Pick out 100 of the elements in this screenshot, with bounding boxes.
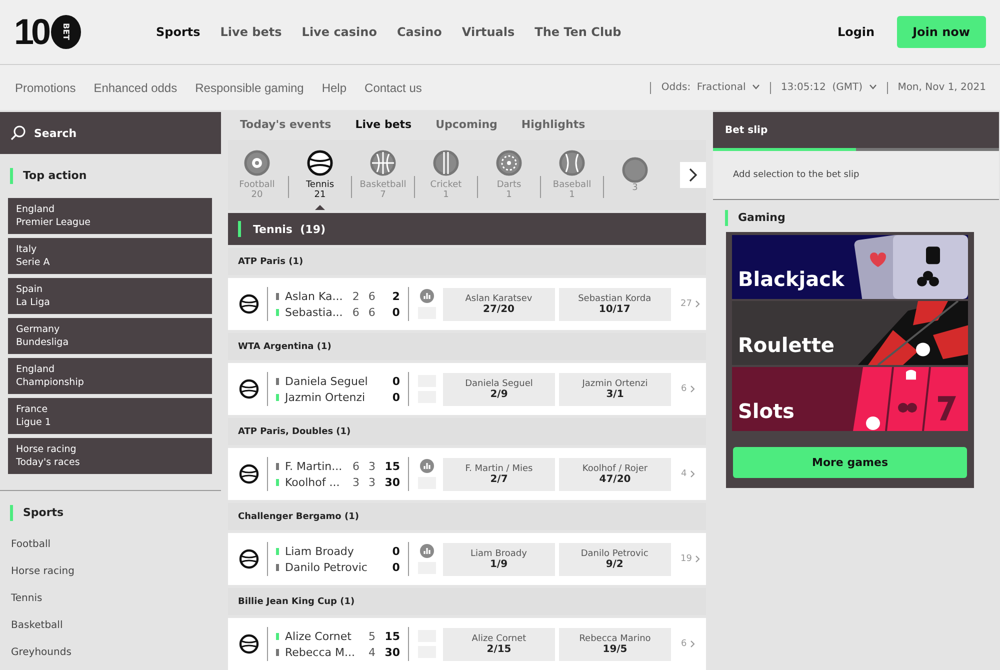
score: 30	[384, 476, 400, 488]
tennis-ball-icon	[239, 634, 259, 654]
match-row[interactable]: Liam Broady 0 Danilo Petrovic 0 Liam Broady 1/9 Danilo Petrovic 9/2 19	[228, 533, 706, 585]
event-tab[interactable]: Live bets	[355, 118, 412, 130]
date-text: Mon, Nov 1, 2021	[898, 82, 986, 93]
event-tab[interactable]: Upcoming	[436, 118, 498, 130]
chevron-down-icon	[752, 84, 760, 90]
score: 6	[368, 306, 376, 318]
match-row[interactable]: Alize Cornet 5 15 Rebecca M... 4 30 Alize Cornet 2/15 Rebecca Marino 19/5 6	[228, 618, 706, 670]
subnav-link[interactable]: Help	[322, 80, 347, 94]
cricket-icon	[433, 150, 459, 176]
top-action-item[interactable]: Horse racing Today's races	[8, 438, 212, 474]
nav-link[interactable]: Live casino	[302, 25, 377, 39]
subnav-link[interactable]: Contact us	[364, 80, 422, 94]
odds-button[interactable]: Rebecca Marino 19/5	[559, 628, 671, 660]
search-icon	[10, 125, 26, 141]
baseball-icon	[559, 150, 585, 176]
competition-name: Billie Jean King Cup (1)	[238, 596, 355, 606]
nav-link[interactable]: Casino	[396, 25, 442, 39]
event-tab[interactable]: Highlights	[521, 118, 586, 130]
match-row[interactable]: Aslan Ka... 2 6 2 Sebastia... 6 6 0 Aslan Karatsev 27/20 Sebastian Korda 10/17 27	[228, 278, 706, 330]
chevron-right-icon	[690, 470, 695, 478]
chevron-right-icon	[694, 300, 700, 308]
event-tab[interactable]: Today's events	[240, 118, 332, 130]
player-name: Sebastia...	[285, 306, 344, 318]
competition-name: Challenger Bergamo (1)	[238, 512, 359, 522]
sport-link[interactable]: Tennis	[0, 585, 221, 612]
odds-button[interactable]: Liam Broady 1/9	[442, 542, 555, 576]
player-name: Liam Broady	[285, 544, 355, 558]
time-dropdown[interactable]: 13:05:12 (GMT)	[780, 82, 877, 93]
player-name: Koolhof ...	[285, 476, 341, 488]
subnav-link[interactable]: Responsible gaming	[195, 80, 304, 94]
stats-icon[interactable]	[420, 544, 434, 558]
stats-icon[interactable]	[420, 459, 434, 473]
top-action-item[interactable]: England Championship	[8, 358, 212, 394]
chevron-right-icon	[690, 640, 695, 648]
score: 0	[391, 390, 400, 404]
join-button[interactable]: Join now	[896, 16, 986, 48]
score: 6	[352, 306, 360, 318]
search-button[interactable]: Search	[0, 112, 221, 154]
odds-dropdown[interactable]: Odds: Fractional	[661, 82, 760, 93]
section-heading: Sports	[10, 505, 221, 521]
basketball-icon	[370, 150, 396, 176]
stats-icon[interactable]	[420, 289, 434, 303]
score: 4	[368, 646, 376, 658]
odds-button[interactable]: Sebastian Korda 10/17	[558, 288, 671, 320]
tennis-ball-icon	[239, 549, 259, 569]
score: 0	[391, 374, 400, 388]
odds-button[interactable]: Danilo Petrovic 9/2	[558, 542, 671, 576]
section-title: Tennis (19)	[253, 222, 326, 236]
odds-button[interactable]: Daniela Seguel 2/9	[443, 372, 555, 406]
game-banner[interactable]: Slots	[732, 367, 968, 431]
subnav-link[interactable]: Enhanced odds	[94, 80, 178, 94]
subnav-link[interactable]: Promotions	[15, 80, 76, 94]
player-name: Daniela Seguel	[285, 374, 369, 388]
nav-link[interactable]: Virtuals	[462, 25, 515, 39]
top-action-item[interactable]: France Ligue 1	[8, 398, 212, 434]
nav-link[interactable]: Live bets	[220, 25, 282, 39]
sport-link[interactable]: Horse racing	[0, 558, 221, 585]
odds-button[interactable]: Aslan Karatsev 27/20	[442, 288, 555, 320]
score: 15	[384, 460, 400, 472]
darts-icon	[496, 150, 522, 176]
game-banner[interactable]: Roulette	[732, 301, 968, 365]
top-action-item[interactable]: Spain La Liga	[8, 278, 212, 314]
game-banner[interactable]: Blackjack	[732, 235, 968, 299]
odds-button[interactable]: Koolhof / Rojer 47/20	[559, 458, 671, 490]
nav-link[interactable]: Sports	[156, 25, 200, 39]
bet-slip-header[interactable]: Bet slip	[713, 112, 999, 148]
score: 30	[384, 646, 400, 658]
player-name: Danilo Petrovic	[285, 560, 368, 574]
player-name: Rebecca M...	[285, 646, 356, 658]
score: 0	[391, 544, 400, 558]
top-action-item[interactable]: England Premier League	[8, 198, 212, 234]
logo[interactable]: 10 BET	[14, 14, 144, 50]
chevron-right-icon	[690, 385, 695, 393]
logo-mark: 10	[14, 14, 48, 50]
score: 2	[352, 290, 360, 302]
match-row[interactable]: Daniela Seguel 0 Jazmin Ortenzi 0 Daniela Seguel 2/9 Jazmin Ortenzi 3/1 6	[228, 363, 706, 415]
match-row[interactable]: F. Martin... 6 3 15 Koolhof ... 3 3 30 F. Martin / Mies 2/7 Koolhof / Rojer 47/20 4	[228, 448, 706, 500]
score: 3	[368, 476, 376, 488]
top-action-item[interactable]: Italy Serie A	[8, 238, 212, 274]
sport-link[interactable]: Football	[0, 531, 221, 558]
player-name: F. Martin...	[285, 460, 344, 472]
chevron-right-icon	[694, 555, 700, 563]
next-button[interactable]	[680, 162, 706, 188]
score: 0	[391, 306, 400, 318]
nav-link[interactable]: The Ten Club	[534, 25, 622, 39]
player-name: Alize Cornet	[285, 630, 352, 642]
more-games-button[interactable]: More games	[733, 447, 967, 478]
login-link[interactable]: Login	[837, 25, 875, 39]
sport-link[interactable]: Basketball	[0, 612, 221, 639]
top-action-item[interactable]: Germany Bundesliga	[8, 318, 212, 354]
bet-slip-title: Bet slip	[725, 124, 768, 136]
odds-button[interactable]: F. Martin / Mies 2/7	[443, 458, 555, 490]
odds-button[interactable]: Jazmin Ortenzi 3/1	[559, 372, 671, 406]
tennis-icon	[307, 150, 333, 176]
section-heading: Top action	[10, 168, 221, 184]
odds-button[interactable]: Alize Cornet 2/15	[443, 628, 555, 660]
sport-link[interactable]: Greyhounds	[0, 639, 221, 666]
tennis-ball-icon	[239, 379, 259, 399]
